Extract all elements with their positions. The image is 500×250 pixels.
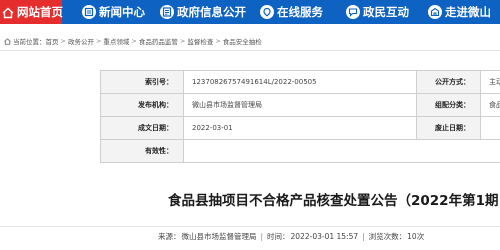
- nav-item-gov-info[interactable]: 政府信息公开: [160, 0, 246, 24]
- service-icon: [260, 5, 274, 19]
- repeal-date-label: 废止日期：: [417, 117, 481, 140]
- category-value: 食品: [481, 94, 500, 117]
- disclosure-value: 主动: [481, 71, 500, 94]
- breadcrumb-prefix: 当前位置：: [13, 38, 46, 46]
- date-label: 成文日期：: [101, 117, 184, 140]
- nav-item-home[interactable]: 网站首页: [0, 0, 63, 24]
- views-value: 10次: [407, 231, 425, 241]
- category-label: 组配分类：: [417, 94, 481, 117]
- top-navigation: 网站首页 新闻中心 政府信息公开 在线服务 政民互动 走进微山: [0, 0, 500, 24]
- index-label: 索引号：: [101, 71, 184, 94]
- breadcrumb-separator: >: [60, 37, 66, 45]
- info-separator: |: [362, 231, 365, 241]
- repeal-date-value: [481, 117, 500, 140]
- nav-item-news[interactable]: 新闻中心: [82, 0, 145, 24]
- city-icon: [428, 5, 442, 19]
- disclosure-label: 公开方式：: [417, 71, 481, 94]
- nav-item-online-service[interactable]: 在线服务: [260, 0, 323, 24]
- breadcrumb-link-gov-affairs[interactable]: 政务公开: [68, 36, 94, 46]
- breadcrumb-link-food-drug[interactable]: 食品药品监管: [139, 36, 178, 46]
- breadcrumb-link-inspection[interactable]: 监督检查: [187, 36, 213, 46]
- views-label: 浏览次数：: [368, 231, 407, 241]
- nav-label-home: 网站首页: [17, 5, 63, 19]
- article-title: 食品县抽项目不合格产品核查处置公告（2022年第1期: [168, 193, 499, 209]
- nav-label-online-service: 在线服务: [277, 5, 323, 19]
- breadcrumb-link-food-sampling[interactable]: 食品安全抽检: [223, 36, 262, 46]
- news-icon: [82, 5, 96, 19]
- interaction-icon: [346, 5, 360, 19]
- breadcrumb-separator: >: [215, 37, 221, 45]
- source-label: 来源：: [158, 231, 181, 241]
- info-separator: |: [260, 231, 264, 241]
- nav-item-about-city[interactable]: 走进微山: [428, 0, 491, 24]
- home-icon: [0, 5, 14, 19]
- breadcrumb-separator: >: [179, 37, 186, 45]
- title-divider: [0, 226, 500, 227]
- nav-item-interaction[interactable]: 政民互动: [346, 0, 409, 24]
- index-value: 12370826757491614L/2022-00505: [184, 71, 417, 94]
- document-metadata-table: 索引号： 12370826757491614L/2022-00505 公开方式：…: [100, 70, 500, 163]
- breadcrumb-separator: >: [131, 37, 137, 45]
- publisher-value: 微山县市场监督管理局: [184, 94, 417, 117]
- breadcrumb: 当前位置： 首页 > 政务公开 > 重点领域 > 食品药品监管 > 监督检查 >…: [4, 35, 262, 47]
- article-info-bar: 来源： 微山县市场监督管理局 | 时间： 2022-03-01 15:57 | …: [158, 230, 424, 242]
- breadcrumb-link-key-areas[interactable]: 重点领域: [103, 36, 129, 46]
- nav-label-interaction: 政民互动: [363, 5, 409, 19]
- nav-label-about-city: 走进微山: [445, 5, 491, 19]
- nav-label-gov-info: 政府信息公开: [177, 5, 246, 19]
- time-value: 2022-03-01 15:57: [290, 231, 359, 241]
- info-icon: [160, 5, 174, 19]
- time-label: 时间：: [267, 231, 290, 241]
- breadcrumb-link-home[interactable]: 首页: [46, 36, 59, 46]
- date-value: 2022-03-01: [184, 117, 417, 140]
- nav-label-news: 新闻中心: [99, 5, 145, 19]
- publisher-label: 发布机构：: [101, 94, 184, 117]
- source-value: 微山县市场监督管理局: [181, 231, 257, 241]
- validity-value: [184, 140, 500, 163]
- validity-label: 有效性：: [101, 140, 184, 163]
- breadcrumb-separator: >: [95, 37, 102, 45]
- breadcrumb-divider: [0, 50, 500, 51]
- location-icon: [4, 37, 11, 45]
